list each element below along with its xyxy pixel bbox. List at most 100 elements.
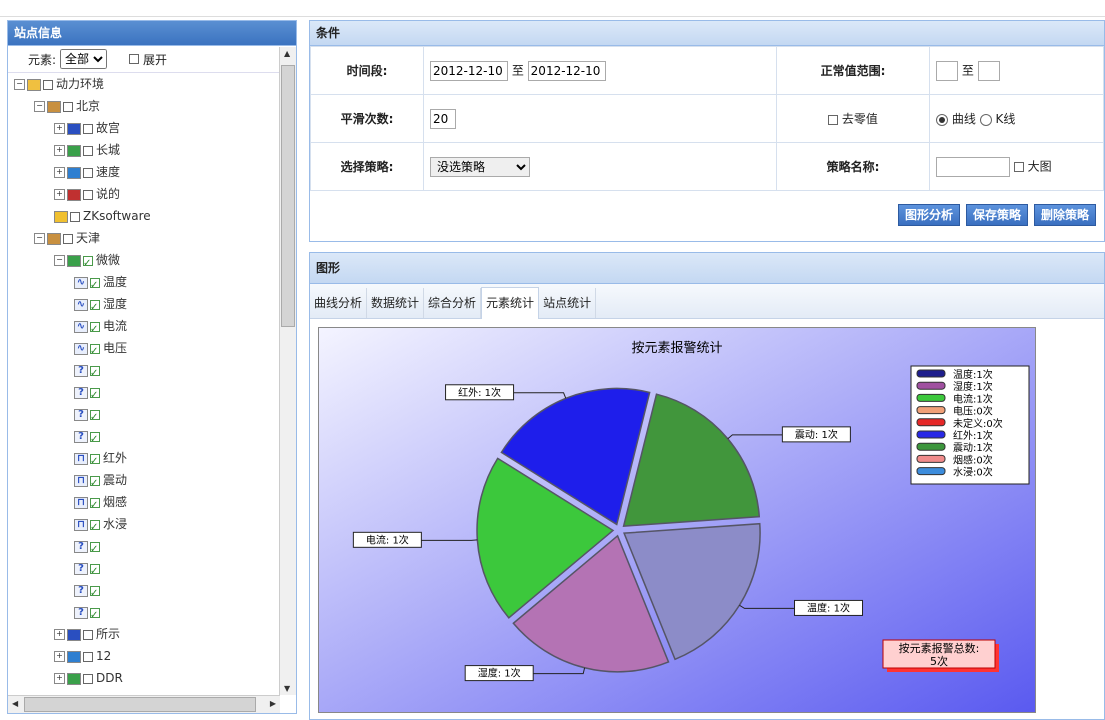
node-checkbox[interactable] [83, 673, 93, 684]
tab-2[interactable]: 综合分析 [424, 288, 482, 318]
scroll-up-icon[interactable]: ▲ [284, 49, 290, 58]
node-checkbox[interactable] [90, 451, 100, 473]
node-checkbox[interactable] [90, 517, 100, 539]
scroll-left-icon[interactable]: ◀ [12, 699, 18, 708]
remove-zero-checkbox[interactable] [828, 114, 839, 125]
node-checkbox[interactable] [90, 539, 100, 561]
smooth-input[interactable] [430, 108, 456, 129]
tree-node[interactable]: ⊓ 红外 [74, 447, 127, 473]
node-checkbox[interactable] [70, 211, 80, 222]
tree-node[interactable]: ⊓ 震动 [74, 469, 127, 495]
tree-node[interactable]: ? [74, 535, 103, 561]
node-label: 烟感 [103, 495, 128, 509]
collapse-icon[interactable]: − [14, 79, 25, 90]
node-checkbox[interactable] [43, 79, 53, 90]
tree-node[interactable]: ? [74, 359, 103, 385]
start-date-input[interactable] [430, 60, 508, 81]
tree-node[interactable]: + 长城 [54, 139, 120, 161]
node-checkbox[interactable] [90, 275, 100, 297]
expand-checkbox[interactable] [129, 54, 140, 64]
save-strategy-button[interactable]: 保存策略 [965, 203, 1028, 226]
node-checkbox[interactable] [83, 145, 93, 156]
tree-node[interactable]: + 所示 [54, 623, 120, 645]
node-checkbox[interactable] [90, 341, 100, 363]
tree-node[interactable]: ∿ 温度 [74, 271, 127, 297]
node-checkbox[interactable] [90, 319, 100, 341]
collapse-icon[interactable]: − [34, 101, 45, 112]
node-checkbox[interactable] [90, 385, 100, 407]
kline-radio[interactable] [979, 113, 992, 126]
tree-node[interactable]: ? [74, 403, 103, 429]
node-checkbox[interactable] [90, 407, 100, 429]
node-checkbox[interactable] [83, 189, 93, 200]
tree-horizontal-scrollbar[interactable]: ◀ ▶ [8, 695, 280, 713]
node-checkbox[interactable] [90, 473, 100, 495]
scroll-thumb[interactable] [281, 65, 295, 327]
tree-node[interactable]: ? [74, 601, 103, 627]
tree-node[interactable]: ∿ 电压 [74, 337, 127, 363]
node-checkbox[interactable] [83, 123, 93, 134]
tree-node[interactable]: ZKsoftware [54, 205, 151, 227]
node-checkbox[interactable] [90, 561, 100, 583]
tab-1[interactable]: 数据统计 [367, 288, 425, 318]
tab-0[interactable]: 曲线分析 [310, 288, 368, 318]
tree-node[interactable]: − 微微 [54, 249, 120, 275]
normal-max-input[interactable] [977, 60, 1000, 81]
expand-icon[interactable]: + [54, 167, 65, 178]
tree-node[interactable]: + 速度 [54, 161, 120, 183]
tree-node[interactable]: ? [74, 579, 103, 605]
node-checkbox[interactable] [83, 167, 93, 178]
tree-node[interactable]: + DDR [54, 667, 123, 689]
node-checkbox[interactable] [63, 101, 73, 112]
expand-icon[interactable]: + [54, 673, 65, 684]
analyze-button[interactable]: 图形分析 [897, 203, 960, 226]
scroll-right-icon[interactable]: ▶ [270, 699, 276, 708]
kline-label: K线 [995, 112, 1016, 126]
node-checkbox[interactable] [90, 429, 100, 451]
hscroll-thumb[interactable] [24, 697, 256, 712]
collapse-icon[interactable]: − [34, 233, 45, 244]
strategy-select[interactable]: 没选策略 [430, 156, 530, 177]
expand-icon[interactable]: + [54, 629, 65, 640]
tab-3[interactable]: 元素统计 [481, 287, 540, 319]
node-checkbox[interactable] [63, 233, 73, 244]
element-select[interactable]: 全部 [60, 49, 108, 69]
tree-node[interactable]: − 北京 [34, 95, 100, 117]
tree-node[interactable]: − 天津 [34, 227, 100, 249]
node-checkbox[interactable] [83, 629, 93, 640]
node-checkbox[interactable] [90, 583, 100, 605]
node-checkbox[interactable] [90, 495, 100, 517]
tree-vertical-scrollbar[interactable]: ▲ ▼ [279, 47, 296, 695]
curve-radio[interactable] [936, 113, 948, 126]
tree-node[interactable]: ∿ 湿度 [74, 293, 127, 319]
delete-strategy-button[interactable]: 删除策略 [1033, 203, 1096, 226]
tree-node[interactable]: ∿ 电流 [74, 315, 127, 341]
end-date-input[interactable] [527, 60, 606, 81]
expand-icon[interactable]: + [54, 189, 65, 200]
tree-node[interactable]: ⊓ 水浸 [74, 513, 127, 539]
tree-node[interactable]: + 说的 [54, 183, 120, 205]
node-checkbox[interactable] [83, 253, 93, 275]
expand-icon[interactable]: + [54, 123, 65, 134]
normal-min-input[interactable] [936, 60, 958, 81]
scroll-down-icon[interactable]: ▼ [284, 684, 290, 693]
node-checkbox[interactable] [90, 363, 100, 385]
node-checkbox[interactable] [83, 651, 93, 662]
tree-node[interactable]: +12 [54, 645, 111, 667]
tab-4[interactable]: 站点统计 [539, 288, 597, 318]
big-figure-checkbox[interactable] [1013, 161, 1024, 172]
tree-node[interactable]: ⊓ 烟感 [74, 491, 128, 517]
node-checkbox[interactable] [90, 605, 100, 627]
node-checkbox[interactable] [90, 297, 100, 319]
question-icon: ? [74, 364, 88, 377]
collapse-icon[interactable]: − [54, 255, 65, 266]
expand-icon[interactable]: + [54, 145, 65, 156]
tree-node[interactable]: − 动力环境 [14, 73, 104, 95]
tree-node[interactable]: + 故宫 [54, 117, 120, 139]
tree-node[interactable]: ? [74, 381, 103, 407]
expand-icon[interactable]: + [54, 651, 65, 662]
strategy-name-input[interactable] [936, 156, 1010, 177]
normal-range-label: 正常值范围: [776, 46, 930, 95]
tree-node[interactable]: ? [74, 557, 103, 583]
tree-node[interactable]: ? [74, 425, 103, 451]
